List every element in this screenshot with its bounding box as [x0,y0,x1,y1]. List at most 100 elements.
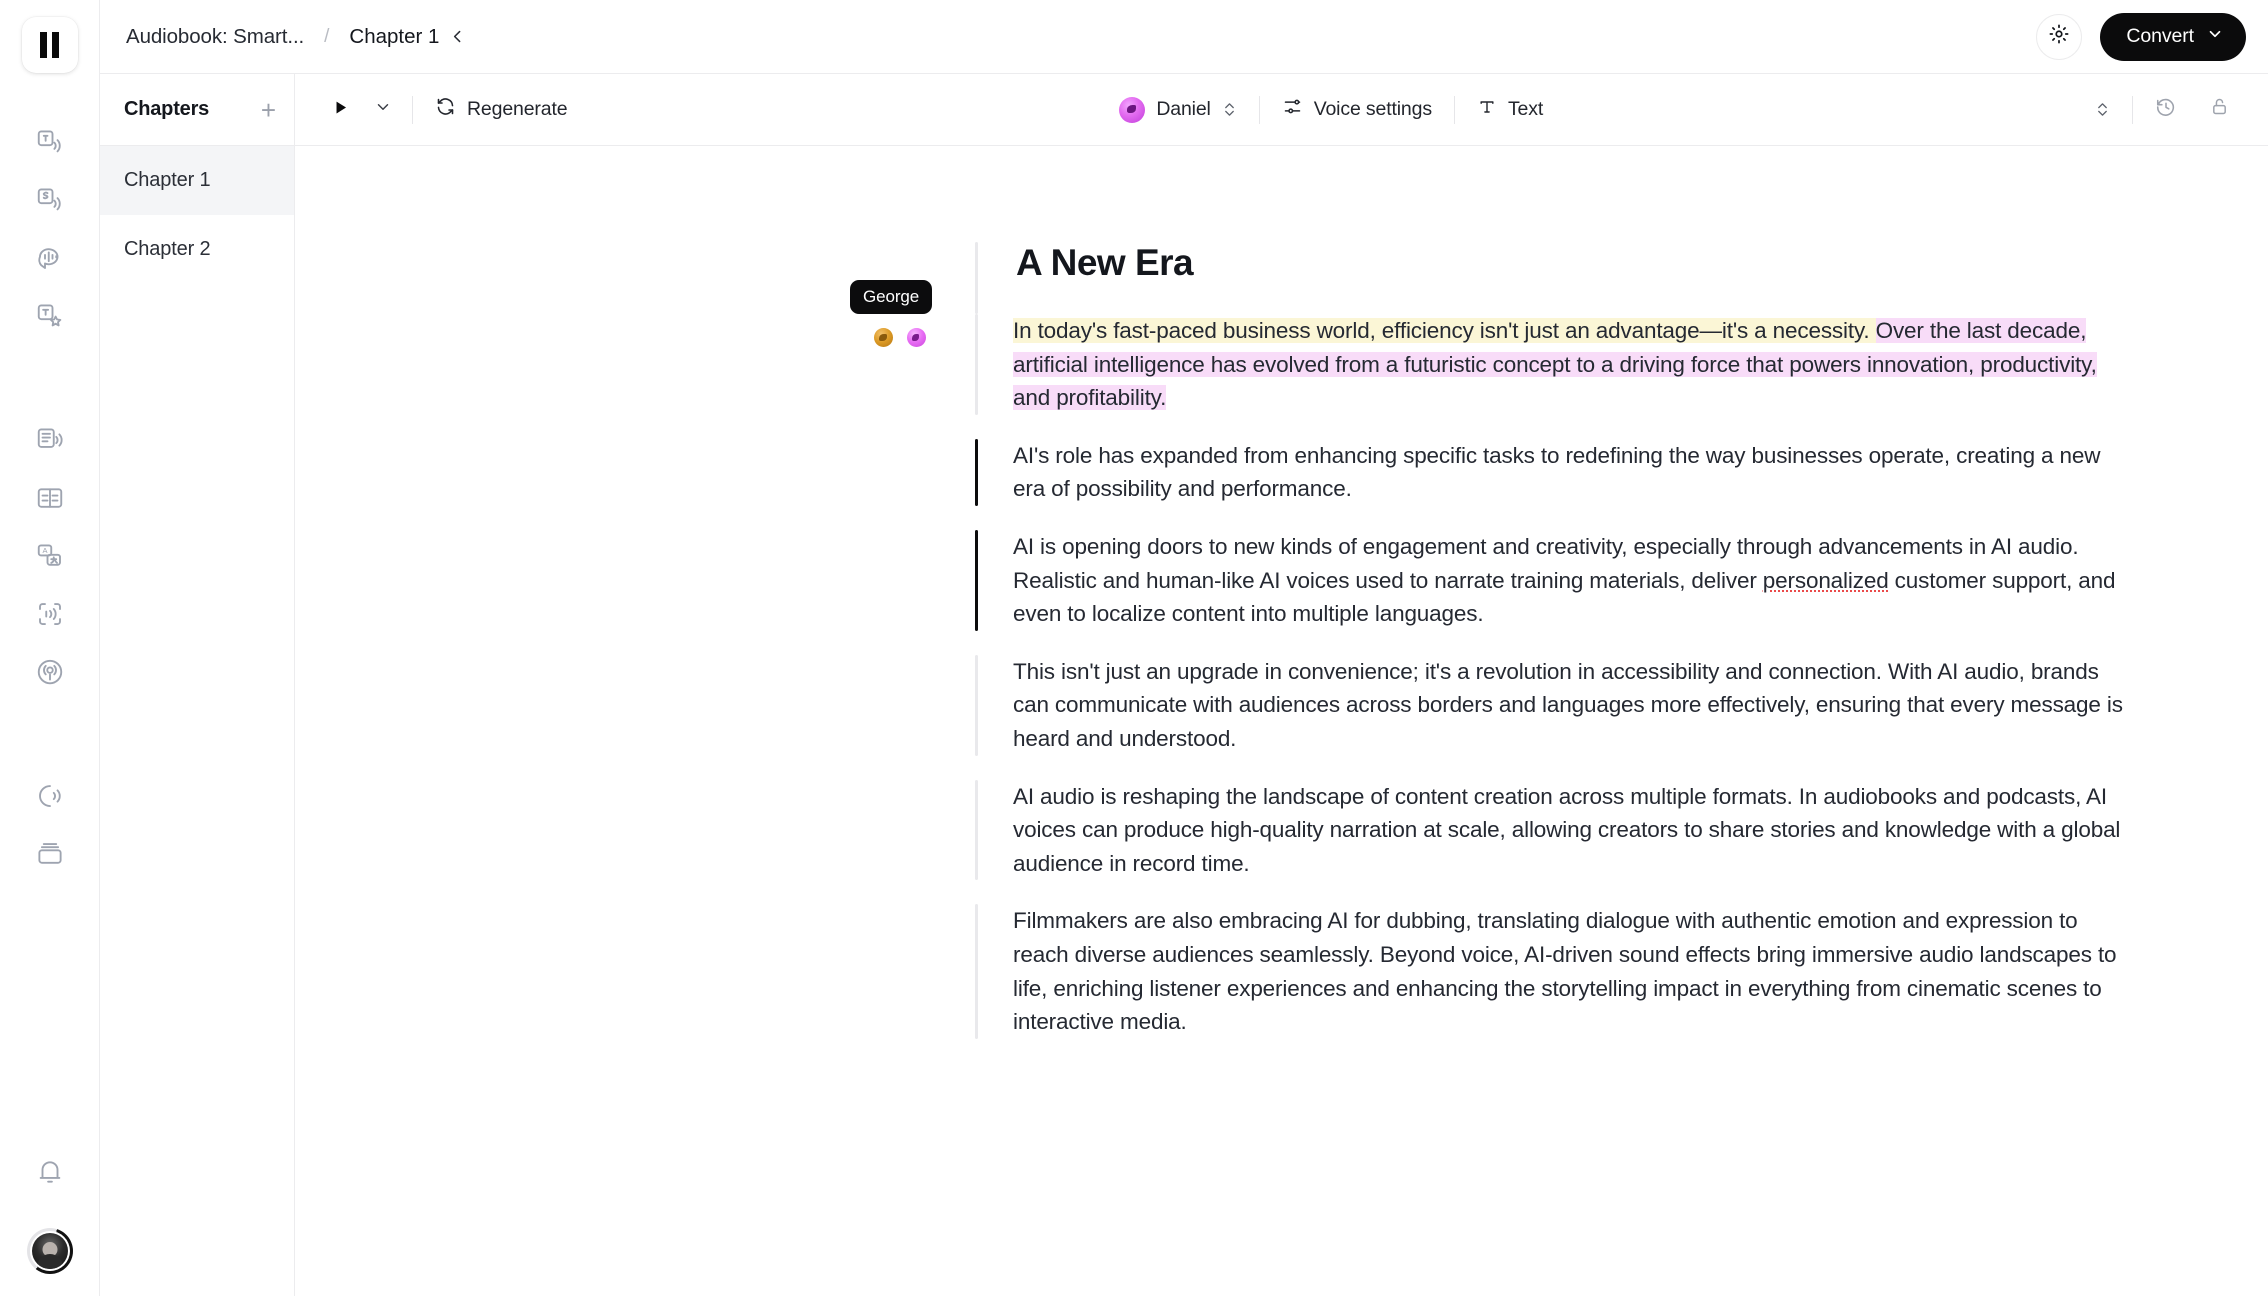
rail-item-voices[interactable] [0,767,99,825]
voice-settings-label: Voice settings [1313,98,1432,120]
page-title: A New Era [1016,242,1194,283]
toolbar-divider [412,95,413,124]
app-logo-pause-button[interactable] [21,17,78,73]
pause-icon-bar-left [40,32,47,58]
toolbar-divider [1453,95,1455,124]
dubbing-icon: A [35,541,65,571]
podcast-icon [35,657,65,687]
text-settings-button[interactable]: Text [1461,88,1559,132]
voice-dot-gold[interactable] [874,328,893,347]
paragraph-3[interactable]: AI is opening doors to new kinds of enga… [975,529,2155,631]
rail-item-sound-effects[interactable] [0,287,99,345]
play-button[interactable] [317,97,360,123]
subtitles-icon [35,483,65,513]
play-icon [331,97,350,123]
top-bar-actions: Convert [2036,12,2246,61]
speaker-tooltip: George [850,280,933,314]
regenerate-label: Regenerate [467,98,568,120]
paragraph-1[interactable]: In today's fast-paced business world, ef… [975,314,2155,415]
pause-icon-bar-right [52,32,59,58]
sidebar-item-chapter-1[interactable]: Chapter 1 [100,146,294,215]
rail-item-dubbing[interactable]: A [0,527,99,585]
misspelled-word[interactable]: personalized [1763,568,1889,593]
chapters-header: Chapters + [100,74,294,146]
chevron-up-down-icon [2095,100,2110,119]
document-column: A New Era In today's fast-paced business… [975,242,2155,1063]
editor-panel: Regenerate Daniel Voice settings Text Ge… [295,74,2268,1296]
document-gutter: George [295,242,975,1063]
text-stepper[interactable] [2079,88,2126,132]
toolbar-center-group: Daniel Voice settings Text [1103,88,1559,132]
convert-label: Convert [2126,25,2194,47]
paragraph-text[interactable]: AI audio is reshaping the landscape of c… [978,780,2128,881]
paragraph-4[interactable]: This isn't just an upgrade in convenienc… [975,654,2155,756]
regenerate-button[interactable]: Regenerate [419,88,583,132]
bell-icon [35,1156,65,1186]
add-chapter-button[interactable]: + [261,97,276,123]
paragraph-2[interactable]: AI's role has expanded from enhancing sp… [975,438,2155,506]
rail-item-speech-to-speech[interactable] [0,171,99,229]
voices-icon [35,781,65,811]
breadcrumb-current[interactable]: Chapter 1 [349,25,439,49]
paragraph-6[interactable]: Filmmakers are also embracing AI for dub… [975,904,2155,1039]
unlock-icon [2209,96,2230,123]
user-avatar[interactable] [26,1228,73,1274]
history-icon [2155,96,2177,124]
rail-item-speech-to-text[interactable] [0,229,99,287]
rail-item-text-to-speech[interactable] [0,113,99,171]
speech-to-text-icon [35,243,65,273]
sliders-icon [1282,96,1303,123]
chevron-left-icon[interactable] [449,28,466,45]
paragraph-text[interactable]: Filmmakers are also embracing AI for dub… [978,904,2128,1038]
rail-item-library[interactable] [0,825,99,883]
chapter-label: Chapter 2 [124,238,211,260]
rail-item-studio[interactable] [0,411,99,469]
chapter-label: Chapter 1 [124,169,211,191]
notifications-button[interactable] [27,1142,73,1200]
editor-toolbar: Regenerate Daniel Voice settings Text [295,74,2268,146]
convert-button[interactable]: Convert [2100,12,2246,61]
document: George A New Era In today's fast-paced b… [295,146,2268,1063]
app-root: A Audiobook: Smart... / Chapter 1 Conver… [0,0,2268,1296]
chapters-panel: Chapters + Chapter 1 Chapter 2 [100,74,295,1296]
rail-item-podcast[interactable] [0,643,99,701]
lock-button[interactable] [2193,88,2246,132]
text-format-icon [1477,97,1497,123]
breadcrumb-project[interactable]: Audiobook: Smart... [126,25,304,49]
avatar-image [31,1233,68,1269]
paragraph-5[interactable]: AI audio is reshaping the landscape of c… [975,779,2155,881]
chevron-down-icon [374,98,392,121]
studio-icon [35,425,65,455]
history-button[interactable] [2139,88,2193,132]
paragraph-text[interactable]: In today's fast-paced business world, ef… [978,314,2128,415]
voice-settings-button[interactable]: Voice settings [1266,88,1448,132]
content-body: Chapters + Chapter 1 Chapter 2 Regenerat… [100,74,2268,1296]
voice-selector[interactable]: Daniel [1103,88,1252,132]
speech-to-speech-icon [35,185,65,215]
rail-group-secondary: A [0,411,99,701]
speaker-voice-dots [850,328,932,347]
chevron-up-down-icon [1222,100,1237,119]
voice-dot-pink[interactable] [907,328,926,347]
rail-group-primary [0,113,99,345]
rail-item-voice-isolator[interactable] [0,585,99,643]
sidebar-item-chapter-2[interactable]: Chapter 2 [100,215,294,284]
text-label: Text [1507,98,1544,120]
document-canvas[interactable]: George A New Era In today's fast-paced b… [295,146,2268,1296]
settings-button[interactable] [2036,13,2083,60]
document-title-row: A New Era [975,242,2155,314]
text-to-speech-icon [35,127,65,157]
chapters-title: Chapters [124,98,210,120]
play-options-button[interactable] [360,98,406,121]
refresh-icon [435,96,456,123]
paragraph-text[interactable]: AI's role has expanded from enhancing sp… [978,439,2128,506]
rail-group-tertiary [0,767,99,883]
main-region: Audiobook: Smart... / Chapter 1 Convert [100,0,2268,1296]
speaker-indicator[interactable]: George [850,280,933,347]
left-rail: A [0,0,100,1296]
paragraph-text[interactable]: AI is opening doors to new kinds of enga… [978,530,2128,631]
breadcrumb-separator: / [324,25,330,47]
rail-item-subtitles[interactable] [0,469,99,527]
voice-isolator-icon [35,599,65,629]
paragraph-text[interactable]: This isn't just an upgrade in convenienc… [978,655,2128,756]
